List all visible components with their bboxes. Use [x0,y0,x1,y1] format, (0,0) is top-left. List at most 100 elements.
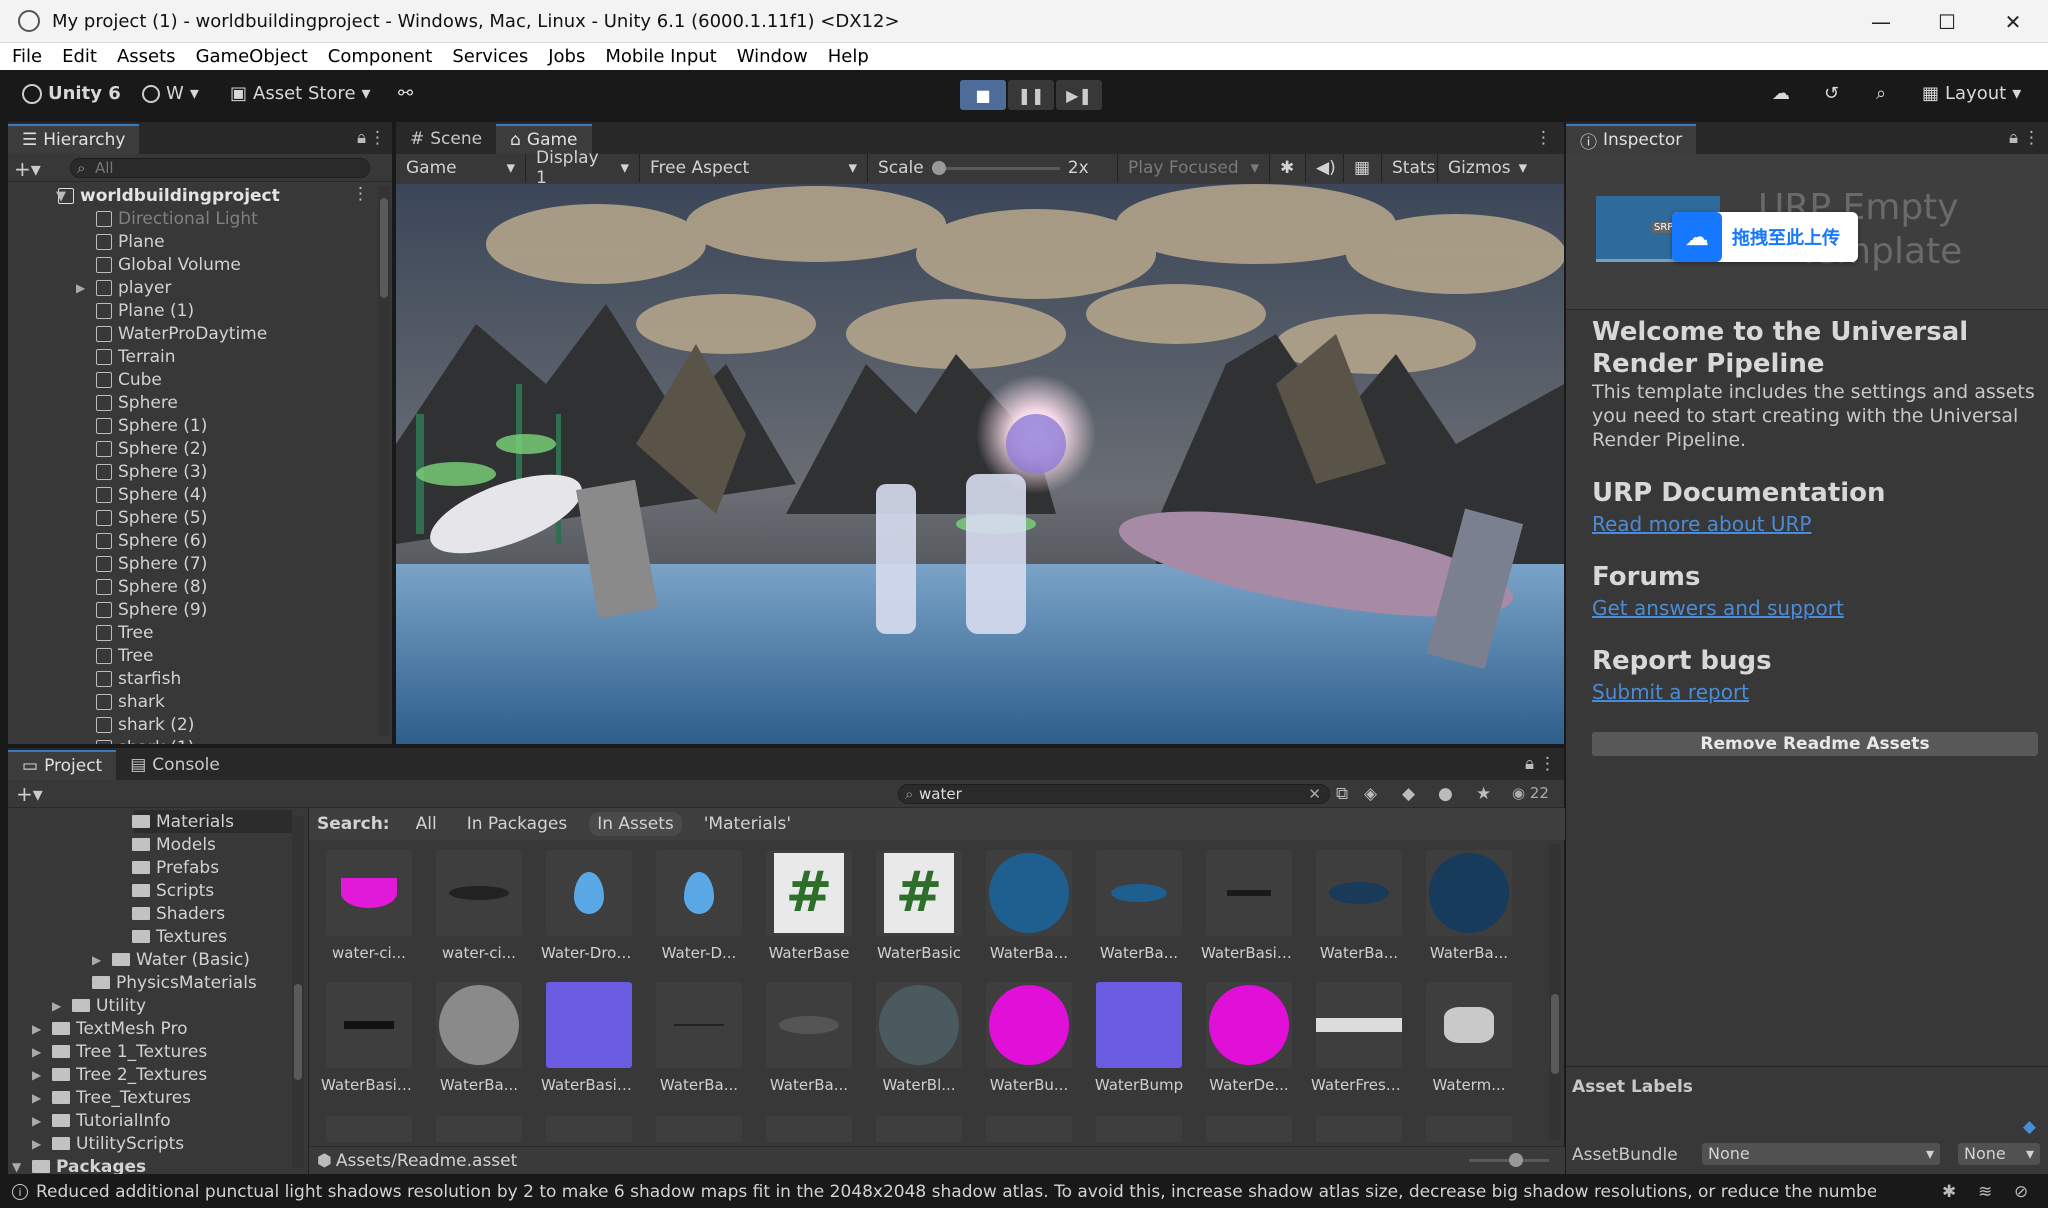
asset-item[interactable] [546,1116,632,1142]
expand-arrow-icon[interactable]: ▶ [52,999,61,1013]
clear-search-icon[interactable]: ✕ [1308,785,1321,803]
tab-console[interactable]: ▤ Console [116,750,234,780]
assetbundle-variant-dropdown[interactable]: None ▾ [1958,1143,2040,1165]
asset-item[interactable] [1096,1116,1182,1142]
menu-help[interactable]: Help [818,46,879,67]
menu-gameobject[interactable]: GameObject [186,46,318,67]
pause-button[interactable]: ❚❚ [1008,80,1054,110]
assets-scrollbar[interactable] [1549,844,1561,1140]
asset-item[interactable] [766,1116,852,1142]
asset-item[interactable] [986,1116,1072,1142]
asset-item[interactable]: WaterBu... [981,982,1077,1094]
account-dropdown[interactable]: W ▾ [142,83,199,104]
tab-hierarchy[interactable]: ☰ Hierarchy [8,124,140,154]
menu-mobile-input[interactable]: Mobile Input [595,46,726,67]
expand-arrow-icon[interactable]: ▶ [32,1068,41,1082]
asset-item[interactable]: WaterBump [1091,982,1187,1094]
hierarchy-item[interactable]: Sphere (6) [96,529,207,552]
display-dropdown[interactable]: Display 1 ▾ [526,148,640,188]
asset-item[interactable] [1426,1116,1512,1142]
favorite-star-icon[interactable]: ★ [1476,784,1491,804]
hierarchy-item[interactable]: Plane (1) [96,299,194,322]
scene-root[interactable]: worldbuildingproject [58,184,280,207]
asset-item[interactable]: water-ci... [321,850,417,962]
asset-item[interactable] [656,1116,742,1142]
folder-item[interactable]: ▶ UtilityScripts [32,1132,184,1155]
hierarchy-item[interactable]: Plane [96,230,165,253]
auto-generate-icon[interactable]: ⊘ [2014,1182,2028,1202]
asset-item[interactable]: # WaterBasic [871,850,967,962]
expand-arrow-icon[interactable]: ▶ [32,1137,41,1151]
hierarchy-item[interactable]: Sphere [96,391,178,414]
folder-item[interactable]: Prefabs [132,856,219,879]
status-message[interactable]: Reduced additional punctual light shadow… [36,1182,1876,1202]
close-button[interactable]: ✕ [1980,0,2046,43]
asset-item[interactable]: WaterBasic... [1201,850,1297,962]
filter-materials[interactable]: 'Materials' [696,812,799,836]
tab-project[interactable]: ▭ Project [8,750,117,780]
folder-item[interactable]: Models [132,833,216,856]
folder-item[interactable]: ▼ Packages [12,1155,146,1175]
asset-item[interactable]: Water-D... [651,850,747,962]
assetbundle-dropdown[interactable]: None ▾ [1702,1143,1940,1165]
version-control-icon[interactable]: ⚯ [398,83,413,104]
asset-item[interactable]: WaterBa... [651,982,747,1094]
hierarchy-item[interactable]: Tree [96,621,153,644]
asset-item[interactable]: Waterm... [1421,982,1517,1094]
history-icon[interactable]: ↺ [1824,83,1839,104]
hierarchy-item[interactable]: Cube [96,368,162,391]
asset-item[interactable]: WaterBasic... [541,982,637,1094]
filter-type-icon[interactable]: ◈ [1364,784,1377,804]
hierarchy-item[interactable]: Sphere (3) [96,460,207,483]
filter-all[interactable]: All [408,812,445,836]
hierarchy-item[interactable]: ▶ player [76,276,171,299]
step-button[interactable]: ▶❚ [1056,80,1102,110]
game-view-render[interactable] [396,184,1564,744]
hierarchy-item[interactable]: Global Volume [96,253,241,276]
play-focused-dropdown[interactable]: Play Focused ▾ [1118,154,1270,182]
folder-item[interactable]: ▶ Utility [52,994,146,1017]
layout-dropdown[interactable]: ▦ Layout ▾ [1922,83,2021,104]
scale-slider[interactable]: Scale 2x [868,154,1118,182]
folder-item[interactable]: ▶ TutorialInfo [32,1109,171,1132]
asset-item[interactable] [326,1116,412,1142]
scene-menu-icon[interactable]: ⋮ [352,184,369,204]
unity-version-button[interactable]: Unity 6 [22,83,121,104]
menu-component[interactable]: Component [318,46,443,67]
asset-item[interactable]: WaterBa... [431,982,527,1094]
menu-window[interactable]: Window [727,46,818,67]
cache-server-icon[interactable]: ≋ [1978,1182,1992,1202]
expand-arrow-icon[interactable]: ▶ [32,1091,41,1105]
asset-item[interactable] [1206,1116,1292,1142]
asset-item[interactable]: WaterBl... [871,982,967,1094]
bug-report-icon[interactable]: ✱ [1942,1182,1956,1202]
hierarchy-item[interactable]: WaterProDaytime [96,322,267,345]
speaker-icon[interactable]: ◀) [1306,154,1344,182]
tag-icon[interactable]: ◆ [2023,1117,2036,1137]
asset-item[interactable]: WaterBa... [1421,850,1517,962]
asset-item[interactable]: # WaterBase [761,850,857,962]
kebab-menu-icon[interactable]: ⋮ [1535,128,1552,148]
aspect-dropdown[interactable]: Free Aspect ▾ [640,154,868,182]
asset-item[interactable]: WaterBa... [1091,850,1187,962]
folder-tree-scrollbar[interactable] [292,816,304,1168]
upload-badge[interactable]: ☁ 拖拽至此上传 [1672,212,1858,262]
scale-handle[interactable] [931,160,946,175]
menu-services[interactable]: Services [442,46,538,67]
folder-item[interactable]: ▶ Tree 2_Textures [32,1063,207,1086]
hierarchy-item[interactable]: Sphere (5) [96,506,207,529]
expand-arrow-icon[interactable]: ▶ [32,1045,41,1059]
lock-icon[interactable]: 🔒︎ [1525,754,1534,774]
expand-arrow-icon[interactable]: ▼ [56,189,66,204]
asset-item[interactable]: WaterBasic... [321,982,417,1094]
menu-jobs[interactable]: Jobs [538,46,595,67]
search-icon[interactable]: ⌕ [1876,83,1886,104]
expand-arrow-icon[interactable]: ▶ [92,953,101,967]
menu-assets[interactable]: Assets [107,46,186,67]
hierarchy-item[interactable]: Sphere (7) [96,552,207,575]
kebab-menu-icon[interactable]: ⋮ [369,128,386,148]
tab-inspector[interactable]: ⓘ Inspector [1566,124,1697,154]
tab-scene[interactable]: # Scene [396,124,496,154]
lock-icon[interactable]: 🔒︎ [357,128,366,148]
doc-link[interactable]: Read more about URP [1592,512,1811,536]
